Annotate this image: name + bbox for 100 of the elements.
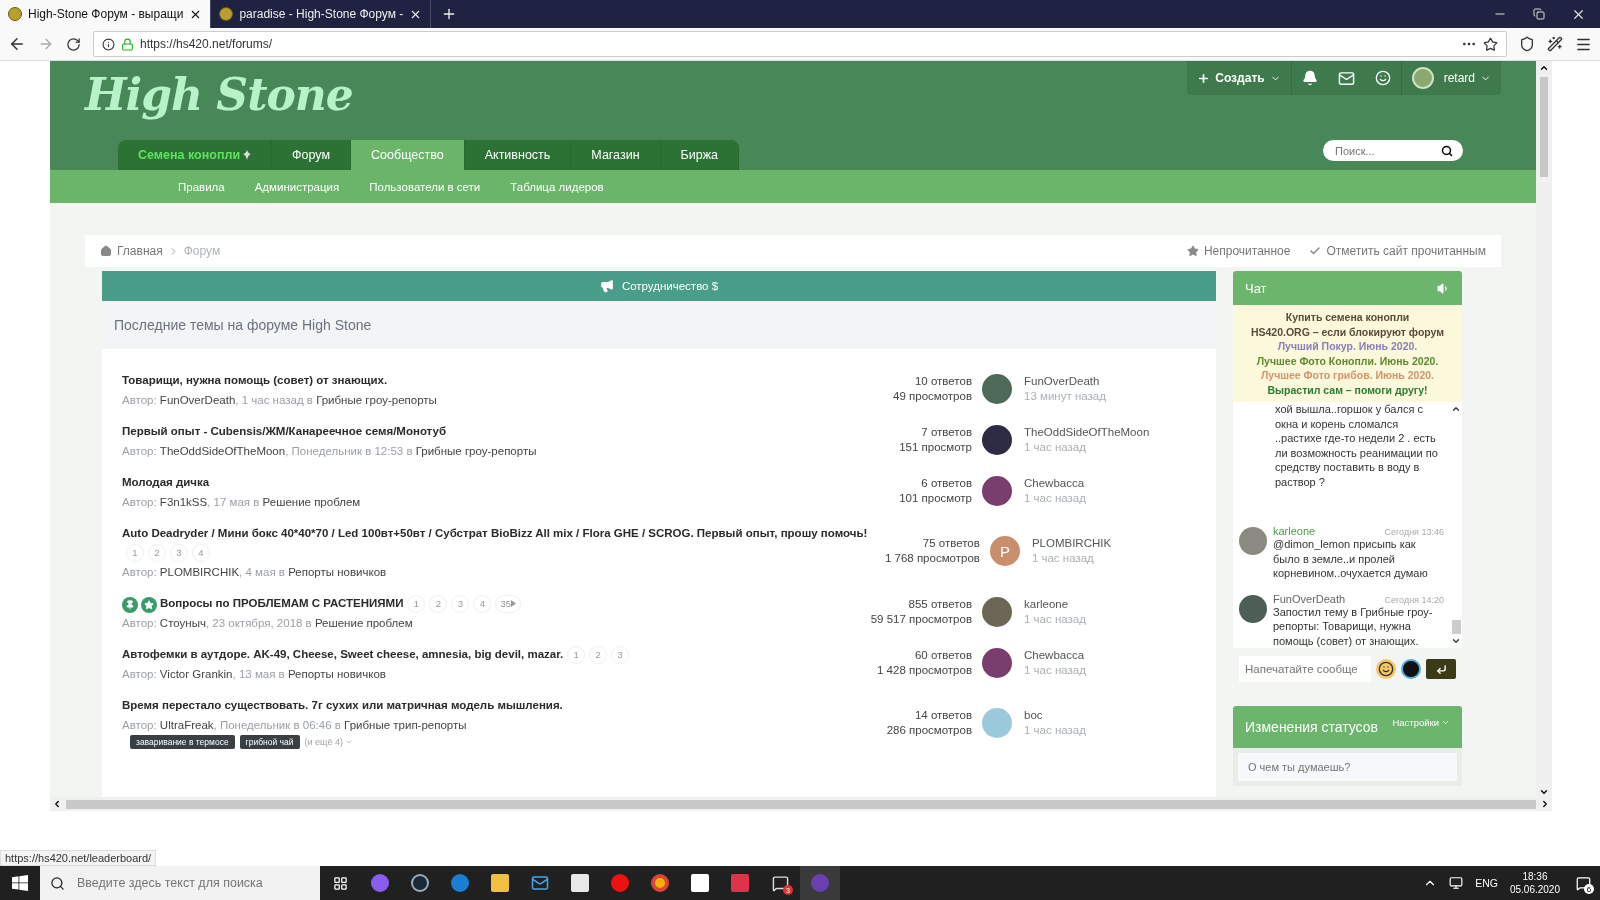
chat-author[interactable]: karleone	[1273, 525, 1316, 537]
last-post-time: 1 час назад	[1024, 722, 1086, 738]
announcement-text: Сотрудничество $	[621, 280, 719, 292]
topic-title[interactable]: Время перестало существовать. 7г сухих или матричная модель мышления.	[122, 699, 563, 711]
create-button[interactable]: Создать	[1187, 71, 1291, 85]
tag[interactable]: заваривание в термосе	[130, 735, 235, 749]
messages-icon[interactable]	[1337, 69, 1355, 87]
last-poster[interactable]: Chewbacca	[1024, 475, 1085, 491]
topic-title[interactable]: Auto Deadryder / Мини бокс 40*40*70 / Led 100вт+50вт / Субстрат BioBizz All mix / Flora GHE / SCROG. Первый опыт, прошу помочь!	[122, 527, 868, 539]
avatar[interactable]	[982, 373, 1012, 404]
reply-count: 60 ответов	[914, 647, 972, 663]
notice-link[interactable]: Лучшее Фото Конопли. Июнь 2020.	[1256, 353, 1439, 368]
notice-link[interactable]: Лучший Покур. Июнь 2020.	[1277, 339, 1418, 354]
notice-link[interactable]: Вырастил сам – помоги другу!	[1267, 382, 1428, 397]
more-tags-link[interactable]: (и ещё 4)	[304, 737, 353, 747]
scroll-up-icon[interactable]	[1539, 63, 1549, 73]
back-icon[interactable]	[8, 35, 26, 53]
view-count: 1 428 просмотров	[877, 662, 972, 678]
search-icon[interactable]	[1441, 144, 1453, 157]
topic-title[interactable]: Автофемки в аутдоре. AK-49, Cheese, Sweet cheese, amnesia, big devil, mazar.	[122, 648, 564, 660]
chat-author[interactable]: FunOverDeath	[1273, 592, 1346, 605]
address-bar[interactable]: https://hs420.net/forums/	[93, 31, 1507, 57]
chat-avatar[interactable]	[1239, 594, 1267, 623]
caret-icon	[1441, 718, 1450, 727]
chat-time: Сегодня 13:46	[1384, 527, 1444, 537]
status-title: Изменения статусов	[1245, 719, 1378, 735]
chat-avatar[interactable]	[1239, 527, 1267, 555]
topic-meta: Автор: PLOMBIRCHIK, 4 мая в Репорты новичков	[122, 566, 388, 578]
restore-icon[interactable]	[1533, 8, 1545, 20]
user-menu[interactable]: retard	[1433, 71, 1501, 85]
notifications-icon[interactable]	[1301, 70, 1318, 86]
reply-count: 7 ответов	[921, 424, 972, 440]
topic-meta: Автор: F3n1kSS, 17 мая в Решение проблем	[122, 496, 362, 508]
language-indicator[interactable]: ENG	[1475, 877, 1498, 889]
action-link[interactable]: Непрочитанное	[1203, 244, 1291, 258]
topic-title[interactable]: Товарищи, нужна помощь (совет) от знающих.	[122, 374, 388, 386]
view-count: 1 768 просмотров	[884, 551, 980, 566]
scroll-up-icon[interactable]	[1451, 404, 1461, 414]
topic-meta: Автор: Стоуныч, 23 октября, 2018 в Решение проблем	[122, 617, 414, 629]
chat-message: Запостил тему в Грибные гроу-репорты: Товарищи, нужна помощь (совет) от знающих.	[1273, 605, 1434, 648]
reply-count: 10 ответов	[914, 373, 972, 389]
site-logo[interactable]: High Stone	[85, 69, 353, 120]
scroll-right-icon[interactable]	[1540, 799, 1550, 809]
last-poster[interactable]: Chewbacca	[1024, 647, 1085, 663]
section-title: Последние темы на форуме High Stone	[114, 317, 372, 333]
favicon	[8, 7, 22, 21]
last-poster[interactable]: boc	[1024, 707, 1043, 723]
action-link[interactable]: Отметить сайт прочитанным	[1326, 244, 1486, 258]
avatar[interactable]	[982, 647, 1012, 678]
tag[interactable]: грибной чай	[239, 735, 300, 749]
avatar[interactable]	[982, 424, 1012, 455]
notice-link[interactable]: HS420.ORG – если блокируют форум	[1250, 324, 1445, 339]
scroll-down-icon[interactable]	[1451, 636, 1461, 646]
megaphone-icon	[599, 279, 614, 293]
taskbar-search-box[interactable]: Введите здесь текст для поиска	[40, 866, 320, 900]
view-count: 101 просмотр	[899, 490, 972, 506]
notifications-button[interactable]: 6	[1572, 872, 1594, 894]
taskbar-search[interactable]: Введите здесь текст для поиска	[75, 875, 310, 891]
last-poster[interactable]: FunOverDeath	[1024, 373, 1100, 389]
browser-tab[interactable]: High-Stone Форум - выращи	[0, 0, 212, 28]
scroll-thumb[interactable]	[1451, 620, 1461, 634]
announcement-bar[interactable]: Сотрудничество $	[102, 271, 1216, 301]
last-poster[interactable]: karleone	[1024, 596, 1069, 612]
topic-meta: Автор: TheOddSideOfTheMoon, Понедельник в 12:53 в Грибные гроу-репорты	[122, 445, 538, 457]
avatar[interactable]	[982, 475, 1012, 506]
topic-title[interactable]: Вопросы по ПРОБЛЕМАМ С РАСТЕНИЯМИ	[160, 597, 404, 609]
chat-input[interactable]: Напечатайте сообще	[1239, 656, 1371, 682]
scroll-left-icon[interactable]	[52, 799, 62, 809]
status-input[interactable]: О чем ты думаешь?	[1238, 753, 1457, 781]
reload-icon[interactable]	[66, 36, 81, 52]
notice-link[interactable]: Купить семена конопли	[1285, 310, 1410, 325]
reply-count: 6 ответов	[921, 475, 972, 491]
send-button[interactable]	[1426, 659, 1456, 679]
reply-count: 855 ответов	[908, 596, 972, 612]
topic-title[interactable]: Первый опыт - Cubensis/ЖМ/Канареечное семя/Монотуб	[122, 425, 447, 437]
avatar[interactable]	[982, 596, 1012, 627]
plus-icon	[1197, 71, 1211, 85]
wand-icon[interactable]	[1547, 36, 1563, 52]
network-icon[interactable]	[1449, 876, 1464, 890]
scroll-thumb[interactable]	[66, 799, 1536, 809]
user-avatar[interactable]	[1411, 67, 1434, 89]
search-box[interactable]: Поиск...	[1323, 140, 1463, 161]
topic-title[interactable]: Молодая дичка	[122, 476, 210, 488]
view-count: 286 просмотров	[886, 722, 972, 738]
scroll-thumb[interactable]	[1540, 77, 1548, 177]
shield-icon[interactable]	[1519, 36, 1535, 52]
scroll-down-icon[interactable]	[1539, 787, 1549, 797]
home-icon	[100, 245, 112, 257]
info-icon[interactable]	[102, 37, 115, 51]
breadcrumb-link[interactable]: Главная	[117, 244, 163, 258]
last-poster[interactable]: PLOMBIRCHIK	[1031, 536, 1112, 551]
topic-meta: Автор: FunOverDeath, 1 час назад в Грибные гроу-репорты	[122, 394, 438, 406]
avatar[interactable]: P	[989, 536, 1020, 566]
reactions-icon[interactable]	[1374, 70, 1391, 86]
chat-message: @dimon_lemon присыпь как было в земле..и пролей корневином..очухается думаю	[1273, 537, 1429, 581]
emoji-icon[interactable]	[1376, 659, 1396, 679]
bookmark-star-icon[interactable]	[1483, 36, 1498, 52]
clock[interactable]: 18:36 05.06.2020	[1509, 870, 1560, 896]
search-icon	[50, 875, 65, 891]
last-poster[interactable]: TheOddSideOfTheMoon	[1024, 424, 1150, 440]
